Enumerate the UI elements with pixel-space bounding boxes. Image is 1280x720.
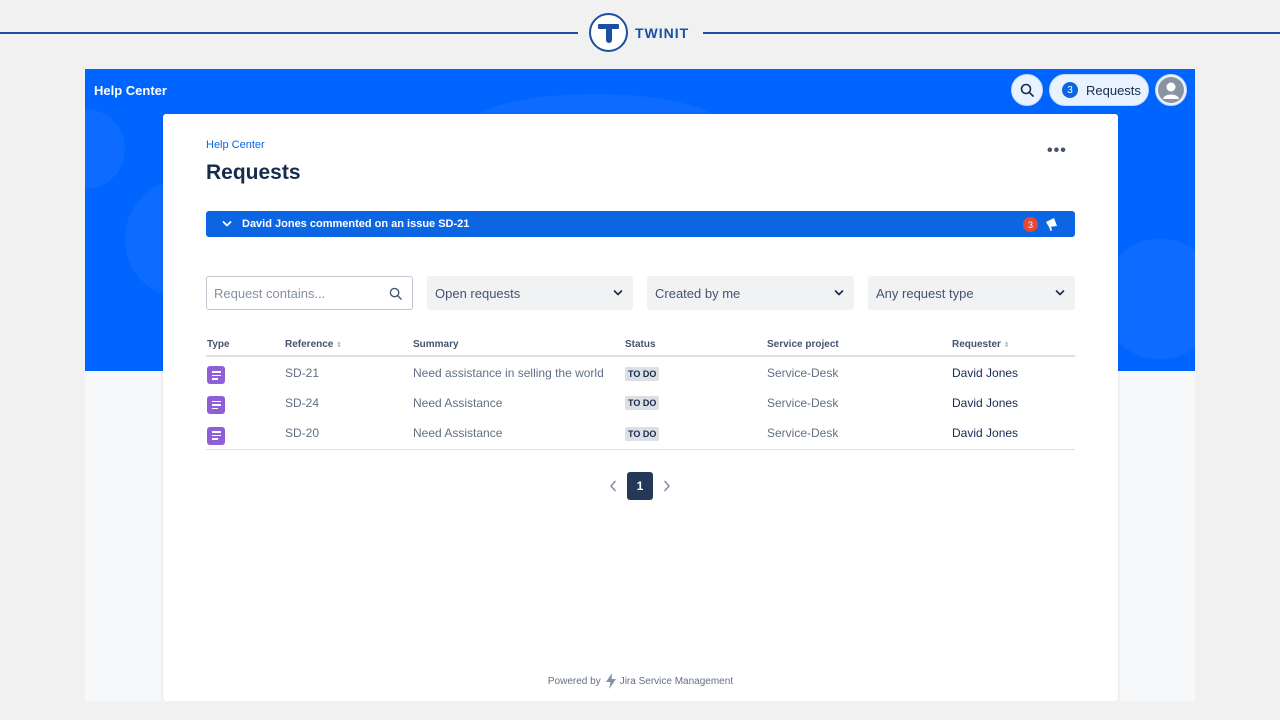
- sort-icon: ⇕: [336, 342, 343, 349]
- request-reference[interactable]: SD-24: [284, 387, 412, 418]
- requester: David Jones: [952, 395, 1019, 410]
- chevron-down-icon[interactable]: [222, 219, 232, 229]
- request-search-input[interactable]: Request contains...: [206, 276, 413, 310]
- pagination: 1: [603, 472, 677, 500]
- powered-by-text: Powered by: [547, 675, 601, 687]
- powered-by-footer: Powered by Jira Service Management: [163, 673, 1118, 689]
- requests-count-badge: 3: [1062, 82, 1078, 98]
- page-title: Requests: [206, 161, 301, 184]
- search-icon: [389, 287, 402, 300]
- status-filter-value: Open requests: [435, 285, 521, 301]
- service-project: Service-Desk: [767, 395, 839, 410]
- requester: David Jones: [952, 366, 1019, 380]
- column-header-reference[interactable]: Reference ⇕: [284, 334, 412, 357]
- profile-avatar-button[interactable]: [1155, 74, 1187, 106]
- service-project: Service-Desk: [766, 418, 951, 450]
- page-number-current[interactable]: 1: [627, 472, 653, 500]
- request-reference[interactable]: SD-21: [284, 356, 412, 387]
- sort-icon: ⇕: [1003, 342, 1010, 349]
- notification-banner[interactable]: David Jones commented on an issue SD-21 …: [206, 211, 1075, 237]
- brand-divider-right: [703, 32, 1280, 34]
- search-input-placeholder: Request contains...: [214, 285, 326, 301]
- requester: David Jones: [951, 418, 1075, 450]
- chevron-down-icon: [834, 290, 844, 296]
- request-type-icon: [207, 426, 225, 445]
- more-options-button[interactable]: •••: [1047, 142, 1067, 160]
- brand-name: TWINIT: [635, 24, 690, 41]
- requests-button-label: Requests: [1086, 82, 1141, 98]
- jira-bolt-icon: [605, 673, 617, 689]
- status-lozenge: TO DO: [625, 366, 660, 381]
- column-header-type: Type: [206, 334, 284, 357]
- creator-filter-select[interactable]: Created by me: [647, 276, 854, 310]
- creator-filter-value: Created by me: [655, 285, 741, 301]
- twinit-logo-icon: [589, 13, 628, 52]
- chevron-left-icon[interactable]: [603, 473, 623, 499]
- help-center-app: Help Center 3 Requests Help Center Reque…: [85, 69, 1195, 701]
- column-header-summary: Summary: [412, 334, 624, 357]
- requests-button[interactable]: 3 Requests: [1049, 74, 1149, 106]
- chevron-down-icon: [613, 290, 623, 296]
- request-summary[interactable]: Need assistance in selling the world: [412, 356, 624, 387]
- chevron-down-icon: [1055, 290, 1065, 296]
- table-row[interactable]: SD-24 Need Assistance TO DO Service-Desk…: [206, 387, 1075, 418]
- search-button[interactable]: [1011, 74, 1043, 106]
- request-type-filter-value: Any request type: [876, 285, 974, 301]
- request-type-icon: [207, 395, 225, 414]
- search-icon: [1020, 83, 1034, 97]
- request-summary[interactable]: Need Assistance: [412, 387, 624, 418]
- column-header-service-project: Service project: [766, 334, 951, 357]
- brand-divider-left: [0, 32, 578, 34]
- table-header-row: Type Reference ⇕ Summary Status Service …: [206, 334, 1075, 357]
- request-summary[interactable]: Need Assistance: [412, 418, 624, 450]
- help-center-home-link[interactable]: Help Center: [94, 83, 167, 98]
- service-project: Service-Desk: [767, 366, 839, 380]
- status-filter-select[interactable]: Open requests: [427, 276, 633, 310]
- requests-table: Type Reference ⇕ Summary Status Service …: [206, 334, 1075, 450]
- request-type-filter-select[interactable]: Any request type: [868, 276, 1075, 310]
- column-header-status: Status: [624, 334, 766, 357]
- column-header-requester[interactable]: Requester ⇕: [951, 334, 1075, 357]
- request-type-icon: [207, 366, 225, 385]
- notification-text: David Jones commented on an issue SD-21: [242, 218, 470, 230]
- table-row[interactable]: SD-21 Need assistance in selling the wor…: [206, 356, 1075, 387]
- user-avatar-icon: [1158, 77, 1184, 103]
- status-lozenge: TO DO: [625, 426, 660, 441]
- table-row[interactable]: SD-20 Need Assistance TO DO Service-Desk…: [206, 418, 1075, 450]
- twinit-brand: TWINIT: [589, 13, 689, 52]
- breadcrumb-help-center[interactable]: Help Center: [206, 139, 265, 151]
- requests-card: Help Center Requests ••• David Jones com…: [163, 114, 1118, 701]
- request-reference[interactable]: SD-20: [284, 418, 412, 450]
- jira-service-management-link[interactable]: Jira Service Management: [620, 676, 733, 687]
- notification-count-badge: 3: [1023, 217, 1038, 232]
- status-lozenge: TO DO: [625, 396, 660, 410]
- chevron-right-icon[interactable]: [657, 473, 677, 499]
- megaphone-icon: [1044, 216, 1060, 235]
